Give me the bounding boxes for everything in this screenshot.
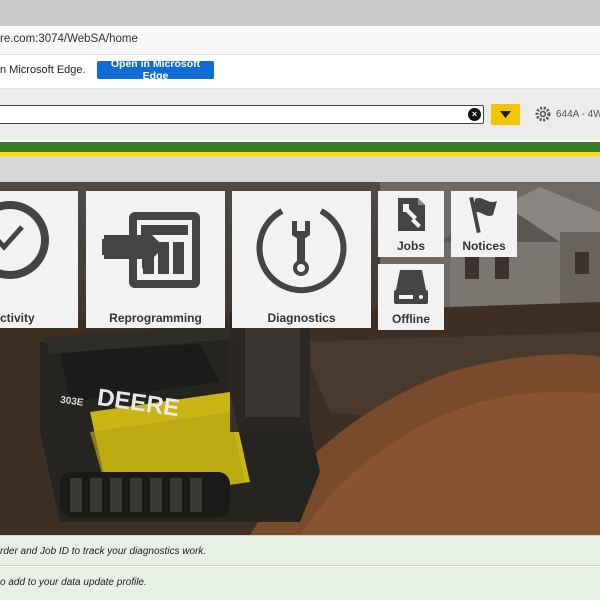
open-in-edge-button[interactable]: Open in Microsoft Edge xyxy=(97,58,214,82)
tile-jobs[interactable]: Jobs xyxy=(378,191,444,257)
hard-drive-icon xyxy=(394,270,428,304)
url-text[interactable]: re.com:3074/WebSA/home xyxy=(0,33,138,45)
clear-search-icon[interactable]: × xyxy=(468,108,481,121)
search-dropdown-button[interactable] xyxy=(491,104,520,125)
tile-activity-label: ctivity xyxy=(0,311,35,325)
clock-icon xyxy=(0,201,49,279)
caret-down-icon xyxy=(500,110,511,118)
notification-bar: rder and Job ID to track your diagnostic… xyxy=(0,535,600,566)
tile-offline[interactable]: Offline xyxy=(378,264,444,330)
notification-bar: o add to your data update profile. xyxy=(0,567,600,600)
tile-jobs-label: Jobs xyxy=(396,239,425,253)
subheader-bar xyxy=(0,156,600,182)
gear-icon[interactable] xyxy=(535,106,551,122)
tile-reprogramming[interactable]: Reprogramming xyxy=(86,191,225,328)
flag-icon xyxy=(469,196,497,234)
reprogramming-icon xyxy=(102,212,200,288)
diagnostics-wrench-icon xyxy=(256,208,347,294)
tile-notices[interactable]: Notices xyxy=(451,191,517,257)
tile-diagnostics[interactable]: Diagnostics xyxy=(232,191,371,328)
tile-notices-label: Notices xyxy=(462,239,506,253)
browser-title-bar xyxy=(0,0,600,26)
infobar-message: n Microsoft Edge. xyxy=(0,64,86,76)
notification-text: o add to your data update profile. xyxy=(0,577,147,588)
jobs-document-wrench-icon xyxy=(398,198,425,231)
tile-reprogramming-label: Reprogramming xyxy=(109,311,202,325)
browser-infobar xyxy=(0,55,600,89)
search-input[interactable] xyxy=(0,105,484,124)
tile-activity[interactable]: ctivity xyxy=(0,191,78,328)
tile-offline-label: Offline xyxy=(392,312,430,326)
tile-diagnostics-label: Diagnostics xyxy=(267,311,336,325)
notification-text: rder and Job ID to track your diagnostic… xyxy=(0,546,207,557)
machine-selector[interactable]: 644A - 4W xyxy=(556,109,600,120)
brand-stripe-green xyxy=(0,142,600,152)
